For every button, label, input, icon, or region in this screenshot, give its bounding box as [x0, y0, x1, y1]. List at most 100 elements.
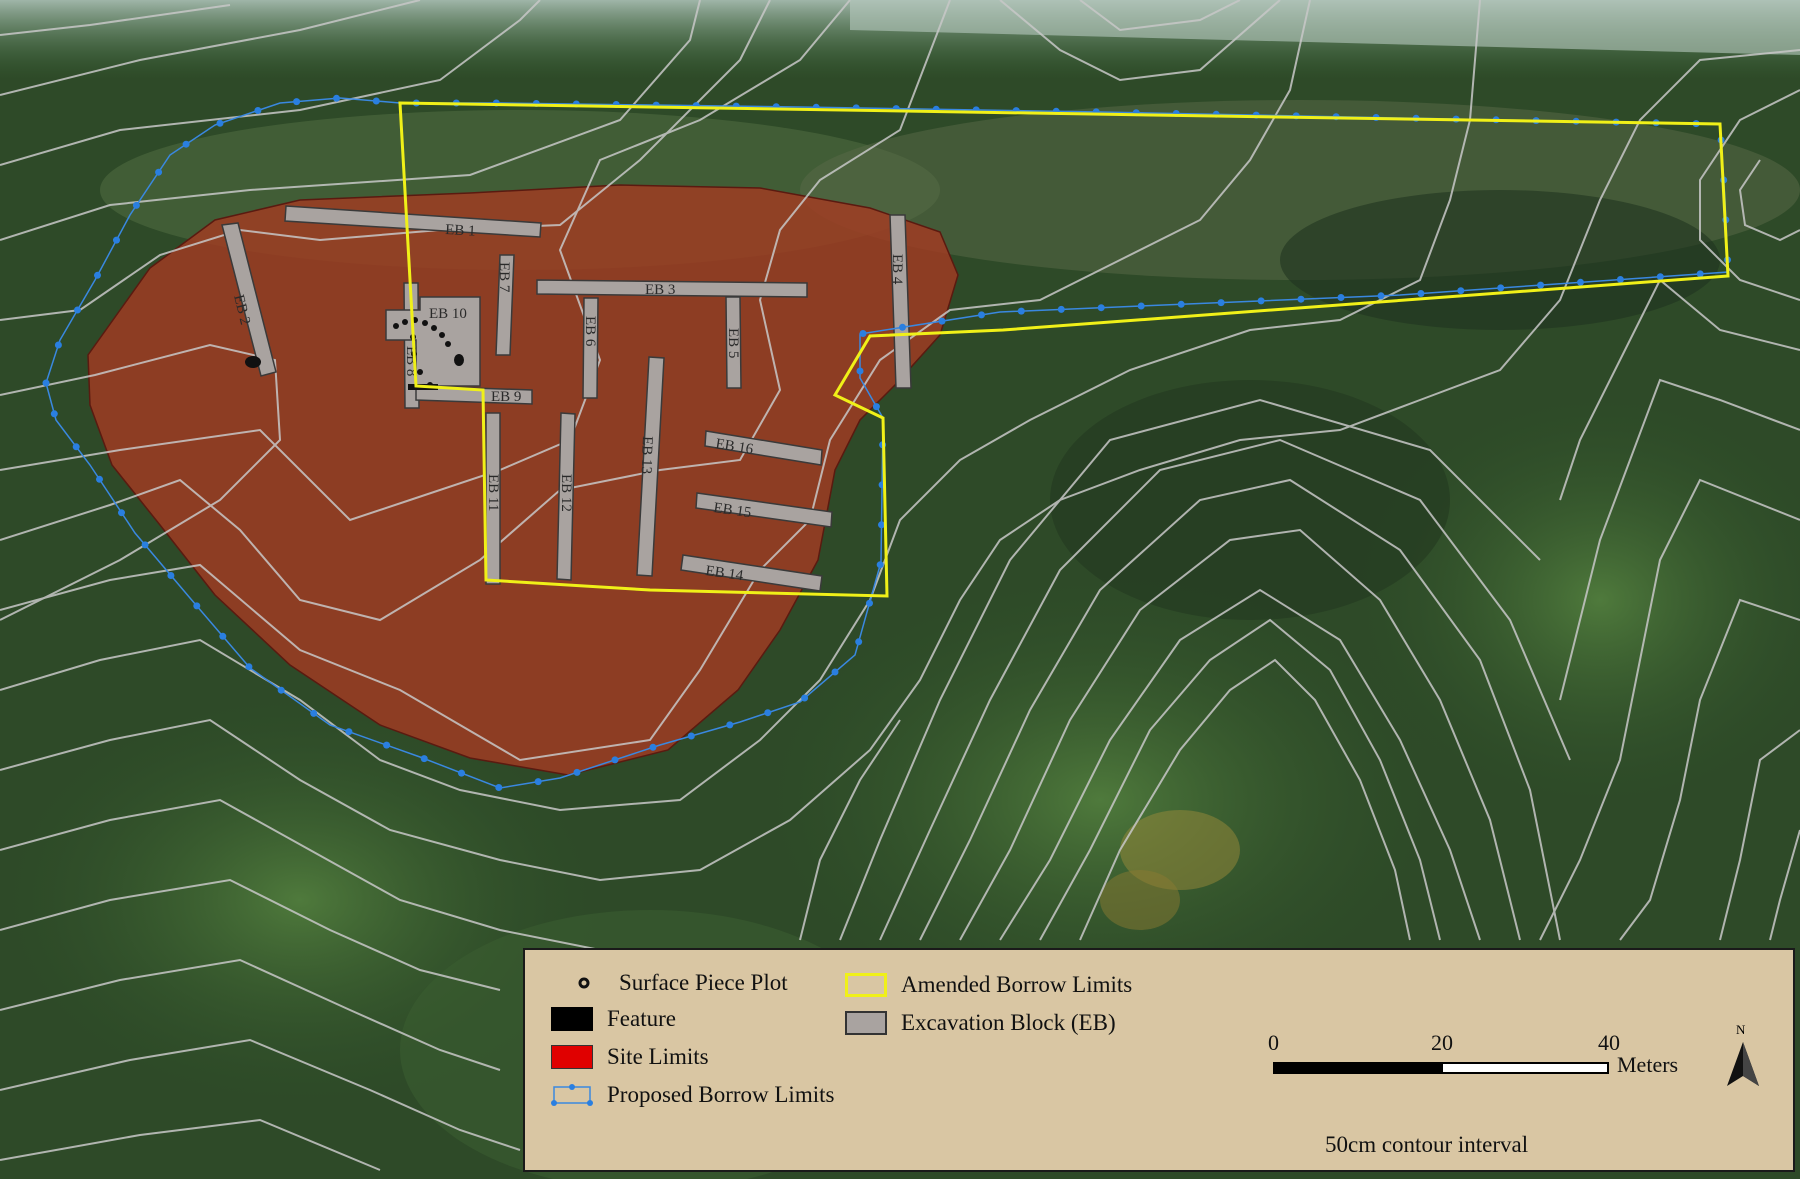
borrow-vertex: [1377, 292, 1385, 300]
borrow-vertex: [1497, 284, 1505, 292]
borrow-vertex: [1337, 294, 1345, 301]
borrow-vertex: [254, 107, 262, 114]
borrow-vertex: [876, 561, 884, 569]
borrow-vertex: [72, 443, 80, 451]
legend-amended-borrow-limits: Amended Borrow Limits: [845, 972, 1132, 998]
borrow-vertex: [938, 317, 946, 325]
scale-tick-label: 0: [1268, 1030, 1279, 1055]
borrow-vertex: [333, 94, 340, 102]
excavation-block-swatch: [845, 1011, 887, 1035]
legend-label: Feature: [607, 1006, 676, 1031]
borrow-vertex: [155, 168, 163, 176]
piece-plot: [402, 319, 408, 325]
borrow-vertex: [1696, 270, 1704, 278]
borrow-vertex: [277, 686, 285, 694]
borrow-vertex: [182, 140, 190, 148]
borrow-vertex: [132, 201, 140, 209]
borrow-vertex: [50, 410, 58, 418]
legend-label: Proposed Borrow Limits: [607, 1082, 835, 1107]
borrow-vertex: [458, 769, 465, 777]
borrow-vertex: [372, 97, 380, 105]
piece-plot: [393, 323, 399, 329]
borrow-vertex: [1257, 297, 1265, 305]
eb-label: EB 9: [491, 389, 521, 405]
borrow-vertex: [1537, 281, 1545, 289]
borrow-vertex: [859, 330, 867, 337]
borrow-vertex: [420, 755, 428, 763]
north-arrow: N: [1725, 1022, 1761, 1094]
eb-label: EB 7: [496, 262, 512, 293]
borrow-vertex: [1177, 300, 1185, 308]
borrow-vertex: [866, 599, 873, 607]
borrow-vertex: [649, 743, 657, 751]
feature-swatch: [551, 1007, 593, 1031]
borrow-vertex: [1297, 295, 1305, 303]
borrow-vertex: [855, 638, 863, 646]
north-label: N: [1736, 1022, 1746, 1037]
piece-plot-symbol-icon: [578, 977, 590, 989]
borrow-vertex: [611, 756, 619, 764]
piece-plot: [431, 325, 437, 331]
eb-label: EB 4: [889, 254, 905, 285]
borrow-vertex: [310, 709, 318, 717]
borrow-vertex: [219, 632, 227, 640]
eb-label: EB 10: [429, 306, 467, 322]
legend-label: Excavation Block (EB): [901, 1010, 1116, 1035]
legend-surface-piece-plot: Surface Piece Plot: [563, 970, 788, 996]
borrow-vertex: [54, 341, 62, 349]
borrow-vertex: [495, 784, 503, 791]
borrow-vertex: [94, 271, 101, 279]
legend-site-limits: Site Limits: [551, 1044, 709, 1070]
borrow-vertex: [1656, 273, 1664, 281]
piece-plot: [417, 369, 423, 375]
borrow-vertex: [726, 721, 734, 729]
site-limits-swatch: [551, 1045, 593, 1069]
borrow-vertex: [42, 379, 50, 387]
borrow-vertex: [1616, 276, 1624, 283]
legend-label: Site Limits: [607, 1044, 709, 1069]
eb-label: EB 11: [485, 474, 501, 511]
borrow-vertex: [534, 778, 542, 786]
eb-label: EB 12: [558, 474, 574, 512]
borrow-vertex: [764, 709, 772, 717]
piece-plot: [445, 341, 451, 347]
eb-label: EB 1: [445, 222, 476, 240]
legend-excavation-block: Excavation Block (EB): [845, 1010, 1116, 1036]
borrow-vertex: [345, 728, 353, 736]
eb-label: EB 5: [725, 328, 741, 358]
piece-plot: [439, 332, 445, 338]
borrow-vertex: [118, 509, 125, 517]
borrow-vertex: [687, 732, 695, 740]
borrow-vertex: [96, 475, 103, 483]
borrow-vertex: [1217, 299, 1225, 307]
borrow-vertex: [216, 119, 224, 127]
borrow-vertex: [1057, 305, 1065, 313]
borrow-vertex: [167, 572, 175, 579]
borrow-vertex: [1417, 290, 1425, 297]
borrow-vertex: [293, 98, 301, 106]
borrow-vertex: [245, 663, 253, 671]
contour-interval-note: 50cm contour interval: [1325, 1132, 1529, 1157]
borrow-vertex: [1097, 304, 1105, 312]
borrow-vertex: [573, 768, 581, 776]
borrow-vertex: [74, 306, 81, 314]
borrow-vertex: [1017, 307, 1025, 315]
borrow-vertex: [193, 602, 201, 610]
borrow-vertex: [856, 367, 864, 375]
scale-bar: 0 20 40 Meters: [1268, 1030, 1678, 1077]
borrow-vertex: [801, 694, 809, 702]
eb-label: EB 3: [645, 282, 675, 298]
feature-10: [454, 354, 464, 366]
north-arrow-icon: [1727, 1042, 1759, 1086]
borrow-vertex: [978, 311, 985, 319]
legend-label: Surface Piece Plot: [619, 970, 788, 995]
proposed-borrow-symbol-icon: [551, 1084, 593, 1106]
scale-unit-label: Meters: [1617, 1052, 1679, 1077]
borrow-vertex: [1577, 278, 1584, 286]
legend-label: Amended Borrow Limits: [901, 972, 1133, 997]
borrow-vertex: [899, 323, 906, 331]
scale-tick-label: 20: [1431, 1030, 1453, 1055]
amended-borrow-swatch: [845, 973, 887, 997]
legend-feature: Feature: [551, 1006, 676, 1032]
map-legend: Surface Piece Plot Feature Site Limits P…: [523, 948, 1795, 1172]
